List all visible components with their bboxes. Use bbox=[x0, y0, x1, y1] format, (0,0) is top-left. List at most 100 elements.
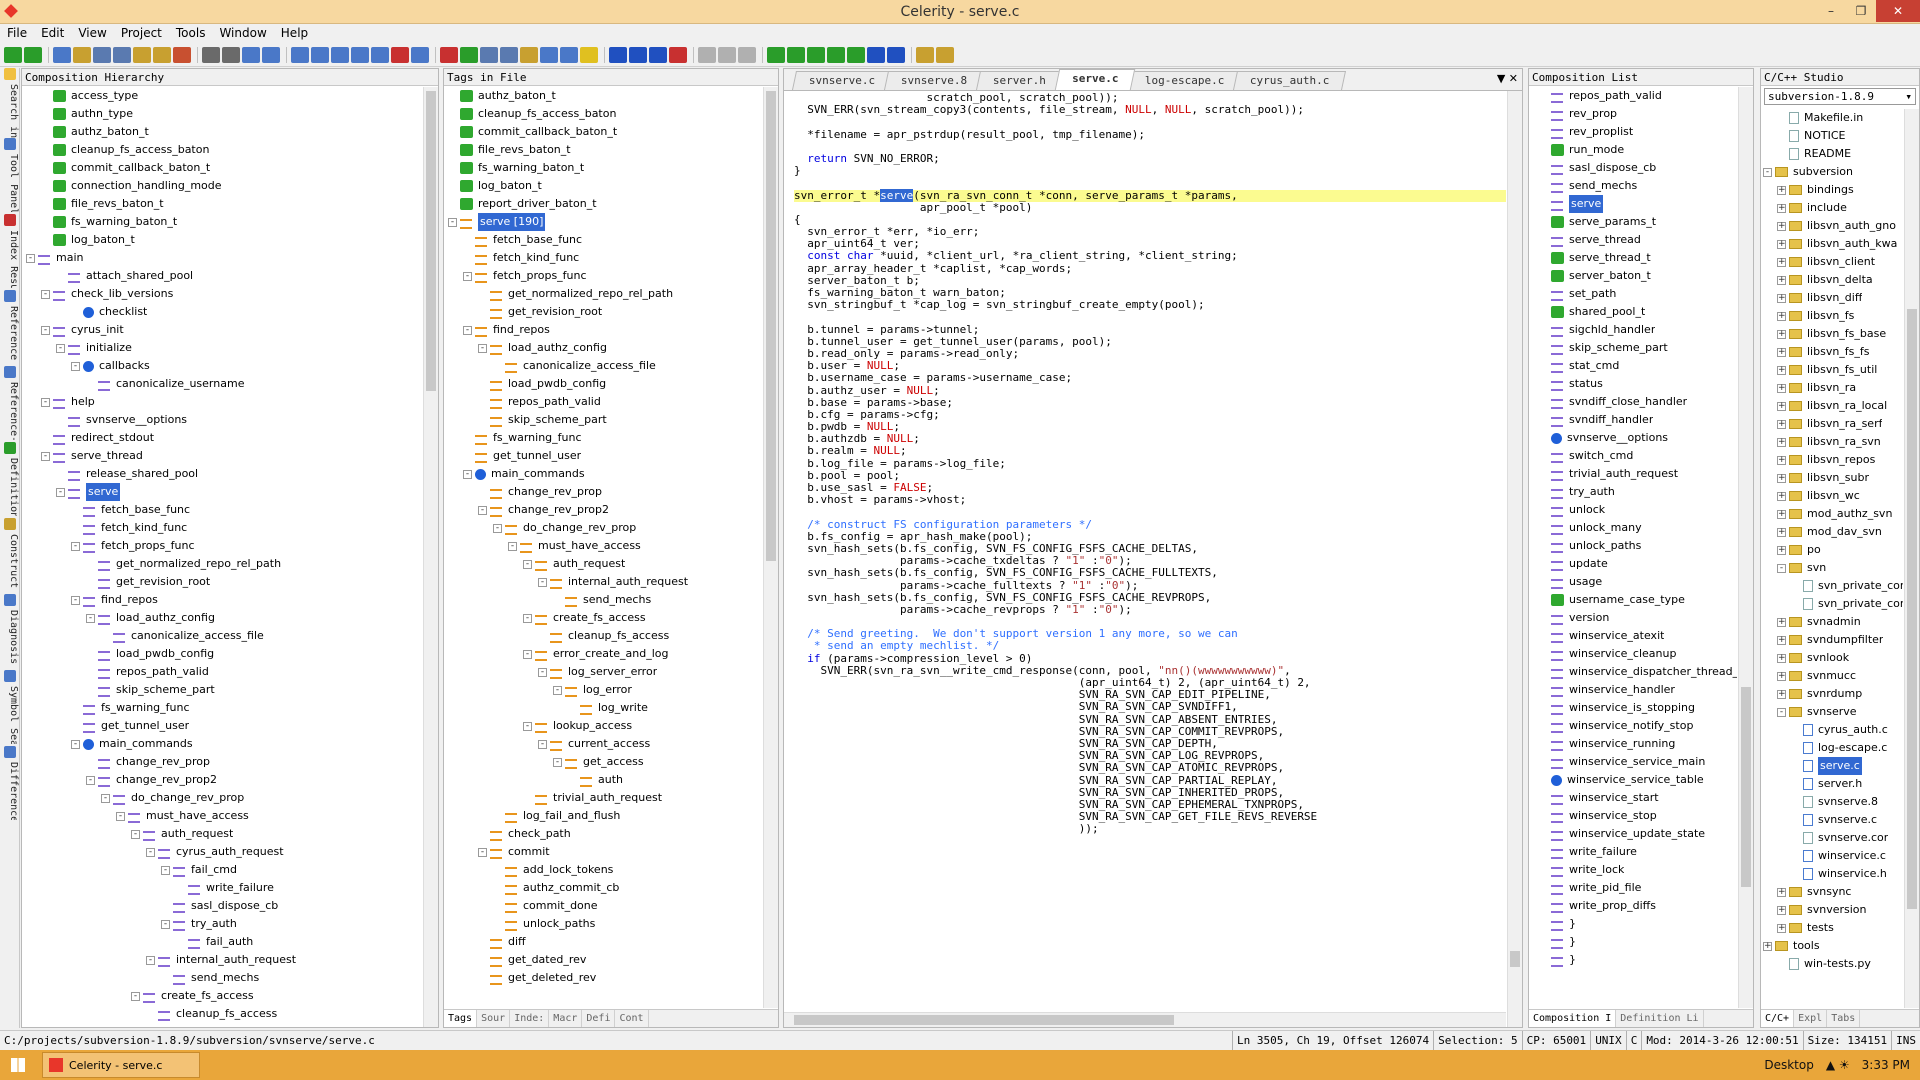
toolbar-button-icon[interactable] bbox=[4, 46, 22, 63]
tree-row[interactable]: stat_cmd bbox=[1529, 357, 1737, 375]
expander-icon[interactable]: - bbox=[508, 541, 517, 551]
tree-row[interactable]: rev_proplist bbox=[1529, 123, 1737, 141]
expander-icon[interactable]: - bbox=[553, 685, 562, 695]
toolbar-button-icon[interactable] bbox=[153, 46, 171, 63]
tree-row[interactable]: fail_auth bbox=[22, 933, 422, 951]
editor-tab[interactable]: serve.c bbox=[1055, 69, 1137, 90]
tree-row[interactable]: sigchld_handler bbox=[1529, 321, 1737, 339]
tree-row[interactable]: log_baton_t bbox=[444, 177, 762, 195]
tree-row[interactable]: get_tunnel_user bbox=[444, 447, 762, 465]
expander-icon[interactable]: + bbox=[1777, 923, 1786, 933]
tree-row[interactable]: release_shared_pool bbox=[22, 465, 422, 483]
tree-row[interactable]: + svnrdump bbox=[1761, 685, 1903, 703]
toolbar-button-icon[interactable] bbox=[609, 46, 627, 63]
tree-row[interactable]: usage bbox=[1529, 573, 1737, 591]
toolbar-button-icon[interactable] bbox=[867, 46, 885, 63]
panel-tab[interactable]: Tabs bbox=[1827, 1010, 1861, 1027]
expander-icon[interactable]: - bbox=[523, 559, 532, 569]
tree-row[interactable]: + mod_authz_svn bbox=[1761, 505, 1903, 523]
tree-row[interactable]: skip_scheme_part bbox=[1529, 339, 1737, 357]
expander-icon[interactable]: - bbox=[146, 955, 155, 965]
tree-row[interactable]: skip_scheme_part bbox=[22, 681, 422, 699]
side-tab[interactable]: Definition bbox=[1, 442, 19, 516]
expander-icon[interactable]: - bbox=[538, 739, 547, 749]
expander-icon[interactable]: + bbox=[1777, 347, 1786, 357]
side-tab[interactable]: Difference bbox=[1, 746, 19, 820]
tree-row[interactable]: repos_path_valid bbox=[444, 393, 762, 411]
tree-row[interactable]: + mod_dav_svn bbox=[1761, 523, 1903, 541]
tree-row[interactable]: - find_repos bbox=[444, 321, 762, 339]
clock[interactable]: 3:33 PM bbox=[1862, 1058, 1910, 1072]
tree-row[interactable]: cleanup_fs_access_baton bbox=[444, 105, 762, 123]
toolbar-button-icon[interactable] bbox=[767, 46, 785, 63]
expander-icon[interactable]: + bbox=[1777, 635, 1786, 645]
expander-icon[interactable]: + bbox=[1777, 527, 1786, 537]
tree-row[interactable]: - must_have_access bbox=[22, 807, 422, 825]
tree-row[interactable]: svn_private_cor bbox=[1761, 577, 1903, 595]
toolbar-button-icon[interactable] bbox=[311, 46, 329, 63]
toolbar-button-icon[interactable] bbox=[460, 46, 478, 63]
tree-row[interactable]: fetch_base_func bbox=[22, 501, 422, 519]
tree-row[interactable]: - log_server_error bbox=[444, 663, 762, 681]
tree-row[interactable]: commit_callback_baton_t bbox=[22, 159, 422, 177]
expander-icon[interactable]: + bbox=[1777, 311, 1786, 321]
menu-edit[interactable]: Edit bbox=[34, 24, 71, 43]
tree-row[interactable]: - cyrus_init bbox=[22, 321, 422, 339]
tree-row[interactable]: auth bbox=[444, 771, 762, 789]
toolbar-button-icon[interactable] bbox=[887, 46, 905, 63]
expander-icon[interactable]: - bbox=[41, 325, 50, 335]
expander-icon[interactable]: - bbox=[538, 577, 547, 587]
tree-row[interactable]: + libsvn_ra_svn bbox=[1761, 433, 1903, 451]
toolbar-button-icon[interactable] bbox=[649, 46, 667, 63]
tree-row[interactable]: write_failure bbox=[22, 879, 422, 897]
toolbar-button-icon[interactable] bbox=[698, 46, 716, 63]
expander-icon[interactable]: + bbox=[1777, 203, 1786, 213]
expander-icon[interactable]: + bbox=[1777, 509, 1786, 519]
tree-row[interactable]: README bbox=[1761, 145, 1903, 163]
tree-row[interactable]: + tests bbox=[1761, 919, 1903, 937]
vertical-scrollbar[interactable] bbox=[763, 87, 778, 1008]
toolbar-button-icon[interactable] bbox=[202, 46, 220, 63]
side-tab[interactable]: Construct bbox=[1, 518, 19, 592]
tree-row[interactable]: get_normalized_repo_rel_path bbox=[22, 555, 422, 573]
tree-row[interactable]: switch_cmd bbox=[1529, 447, 1737, 465]
tree-row[interactable]: + libsvn_ra bbox=[1761, 379, 1903, 397]
expander-icon[interactable]: - bbox=[463, 469, 472, 479]
expander-icon[interactable]: + bbox=[1777, 689, 1786, 699]
tree-row[interactable]: svndiff_handler bbox=[1529, 411, 1737, 429]
close-button[interactable]: ✕ bbox=[1876, 0, 1920, 22]
tree-row[interactable]: + svndumpfilter bbox=[1761, 631, 1903, 649]
tree-row[interactable]: + svnadmin bbox=[1761, 613, 1903, 631]
panel-tab[interactable]: Macr bbox=[549, 1010, 583, 1027]
expander-icon[interactable]: - bbox=[41, 289, 50, 299]
expander-icon[interactable]: - bbox=[56, 487, 65, 497]
tree-row[interactable]: - auth_request bbox=[444, 555, 762, 573]
tree-row[interactable]: + svnmucc bbox=[1761, 667, 1903, 685]
expander-icon[interactable]: - bbox=[71, 541, 80, 551]
tree-row[interactable]: + tools bbox=[1761, 937, 1903, 955]
tree-row[interactable]: authn_type bbox=[22, 105, 422, 123]
expander-icon[interactable]: - bbox=[101, 793, 110, 803]
editor-tab[interactable]: svnserve.8 bbox=[884, 71, 985, 90]
tree-row[interactable]: log_baton_t bbox=[22, 231, 422, 249]
editor-tab[interactable]: log-escape.c bbox=[1127, 71, 1242, 90]
toolbar-button-icon[interactable] bbox=[133, 46, 151, 63]
tree-row[interactable]: winservice_stop bbox=[1529, 807, 1737, 825]
tree-row[interactable]: diff bbox=[444, 933, 762, 951]
expander-icon[interactable]: - bbox=[478, 505, 487, 515]
tree-row[interactable]: commit_done bbox=[444, 897, 762, 915]
tree-row[interactable]: - fetch_props_func bbox=[22, 537, 422, 555]
tree-row[interactable]: write_failure bbox=[1529, 843, 1737, 861]
expander-icon[interactable]: + bbox=[1777, 329, 1786, 339]
tree-row[interactable]: - fetch_props_func bbox=[444, 267, 762, 285]
toolbar-button-icon[interactable] bbox=[113, 46, 131, 63]
tree-row[interactable]: - main bbox=[22, 249, 422, 267]
tree-row[interactable]: serve_params_t bbox=[1529, 213, 1737, 231]
expander-icon[interactable]: - bbox=[493, 523, 502, 533]
expander-icon[interactable]: + bbox=[1777, 239, 1786, 249]
tree-row[interactable]: unlock_paths bbox=[1529, 537, 1737, 555]
expander-icon[interactable]: + bbox=[1777, 905, 1786, 915]
expander-icon[interactable]: + bbox=[1777, 671, 1786, 681]
expander-icon[interactable]: - bbox=[71, 595, 80, 605]
tree-row[interactable]: + svnlook bbox=[1761, 649, 1903, 667]
